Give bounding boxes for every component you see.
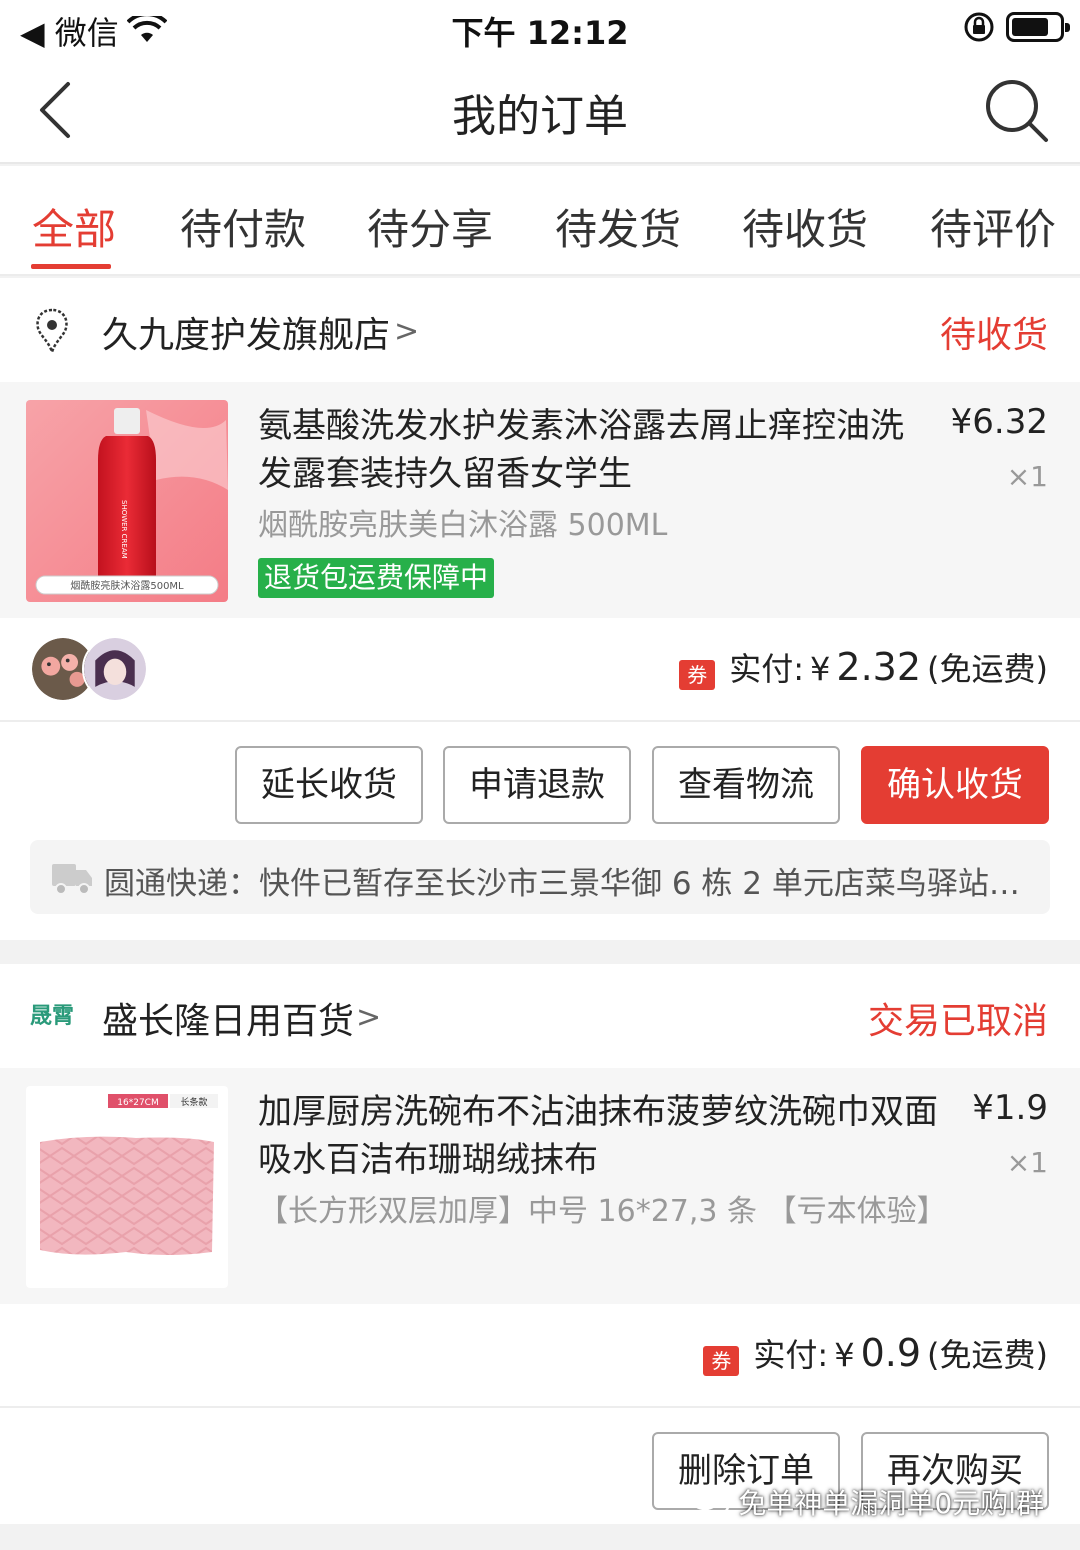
order-status: 待收货 (939, 315, 1048, 356)
bottle-label: SHOWER CREAM (120, 500, 128, 559)
order-actions: 延长收货 申请退款 查看物流 确认收货 (0, 724, 1080, 834)
thumbnail-size-tag: 16*27CM (117, 1098, 158, 1108)
rotation-lock-icon (964, 12, 994, 42)
shop-header[interactable]: 久九度护发旗舰店 > 待收货 (0, 278, 1080, 382)
status-right (962, 10, 1070, 44)
shipping-note: (免运费) (927, 1336, 1048, 1374)
tab-all[interactable]: 全部 (32, 196, 116, 257)
status-time: 下午 12:12 (451, 14, 629, 52)
watermark: 免单神单漏洞单0元购l群 (690, 1482, 1044, 1522)
shop-logo: 晟霄 (30, 1004, 75, 1029)
search-icon[interactable] (984, 78, 1050, 144)
chevron-right-icon: > (356, 1000, 382, 1035)
tab-pending-share[interactable]: 待分享 (367, 196, 493, 257)
payment-amount: 2.32 (836, 645, 922, 689)
payment-label: 实付: (729, 650, 805, 688)
logistics-bar[interactable]: 圆通快递：快件已暂存至长沙市三景华御 6 栋 2 单元店菜鸟驿站… (30, 840, 1050, 914)
product-quantity: ×1 (1006, 460, 1048, 493)
product-title[interactable]: 加厚厨房洗碗布不沾油抹布菠萝纹洗碗巾双面吸水百洁布珊瑚绒抹布 (258, 1088, 958, 1184)
product-sku: 烟酰胺亮肤美白沐浴露 500ML (258, 508, 668, 543)
shop-logo-icon (36, 308, 68, 356)
status-bar: ◀ 微信 下午 12:12 (0, 0, 1080, 56)
shop-name[interactable]: 盛长隆日用百货 (102, 992, 354, 1044)
payment-label: 实付: (753, 1336, 829, 1374)
payment-amount: 0.9 (860, 1331, 922, 1375)
tab-pending-review[interactable]: 待评价 (930, 196, 1056, 257)
wechat-icon (691, 1487, 730, 1516)
order-status: 交易已取消 (867, 1001, 1048, 1042)
product-sku: 【长方形双层加厚】中号 16*27,3 条 【亏本体验】 (258, 1194, 947, 1229)
payment-summary: 券 实付: ¥ 2.32 (免运费) (679, 644, 1048, 690)
tab-pending-shipment[interactable]: 待发货 (555, 196, 681, 257)
order-card: 久九度护发旗舰店 > 待收货 SHOWER CREAM 烟酰胺亮肤沐浴露500M… (0, 278, 1080, 940)
logistics-status[interactable]: 圆通快递：快件已暂存至长沙市三景华御 6 栋 2 单元店菜鸟驿站… (104, 858, 1034, 903)
payment-summary: 券 实付: ¥ 0.9 (免运费) (703, 1330, 1048, 1376)
request-refund-button[interactable]: 申请退款 (443, 746, 631, 824)
extend-receipt-button[interactable]: 延长收货 (235, 746, 423, 824)
active-tab-indicator (31, 264, 111, 269)
shipping-note: (免运费) (927, 650, 1048, 688)
view-logistics-button[interactable]: 查看物流 (652, 746, 840, 824)
product-price: ¥1.9 (972, 1088, 1048, 1128)
shop-name[interactable]: 久九度护发旗舰店 (102, 306, 390, 358)
coupon-icon: 券 (703, 1346, 740, 1376)
page-title: 我的订单 (452, 91, 628, 142)
confirm-receipt-button[interactable]: 确认收货 (861, 746, 1049, 824)
order-tabs: 全部 待付款 待分享 待发货 待收货 待评价 (0, 166, 1080, 276)
battery-icon (1006, 12, 1070, 42)
product-thumbnail[interactable]: 16*27CM 长条款 (26, 1086, 228, 1288)
chevron-right-icon: > (394, 314, 420, 349)
order-item[interactable]: 16*27CM 长条款 加厚厨房洗碗布不沾油抹布菠萝纹洗碗巾双面吸水百洁布珊瑚绒… (0, 1068, 1080, 1304)
payment-row: 券 实付: ¥ 0.9 (免运费) (0, 1304, 1080, 1408)
product-title[interactable]: 氨基酸洗发水护发素沐浴露去屑止痒控油洗发露套装持久留香女学生 (258, 402, 928, 498)
watermark-text: 免单神单漏洞单0元购l群 (738, 1487, 1044, 1520)
order-item[interactable]: SHOWER CREAM 烟酰胺亮肤沐浴露500ML 氨基酸洗发水护发素沐浴露去… (0, 382, 1080, 618)
shop-header[interactable]: 晟霄 盛长隆日用百货 > 交易已取消 (0, 964, 1080, 1068)
avatar (82, 636, 148, 702)
thumbnail-type-tag: 长条款 (180, 1096, 207, 1108)
thumbnail-caption: 烟酰胺亮肤沐浴露500ML (70, 579, 184, 592)
payment-currency: ¥ (834, 1336, 855, 1374)
tab-pending-receipt[interactable]: 待收货 (742, 196, 868, 257)
order-card: 晟霄 盛长隆日用百货 > 交易已取消 16*27CM 长条款 加厚厨房洗碗布不沾… (0, 964, 1080, 1524)
payment-row: 券 实付: ¥ 2.32 (免运费) (0, 618, 1080, 722)
product-price: ¥6.32 (950, 402, 1048, 442)
nav-bar: 我的订单 (0, 56, 1080, 164)
tab-pending-payment[interactable]: 待付款 (180, 196, 306, 257)
coupon-icon: 券 (679, 660, 716, 690)
payment-currency: ¥ (810, 650, 831, 688)
product-quantity: ×1 (1006, 1146, 1048, 1179)
product-thumbnail[interactable]: SHOWER CREAM 烟酰胺亮肤沐浴露500ML (26, 400, 228, 602)
truck-icon (52, 864, 92, 895)
return-shipping-badge: 退货包运费保障中 (258, 558, 495, 598)
group-avatars (30, 636, 150, 702)
